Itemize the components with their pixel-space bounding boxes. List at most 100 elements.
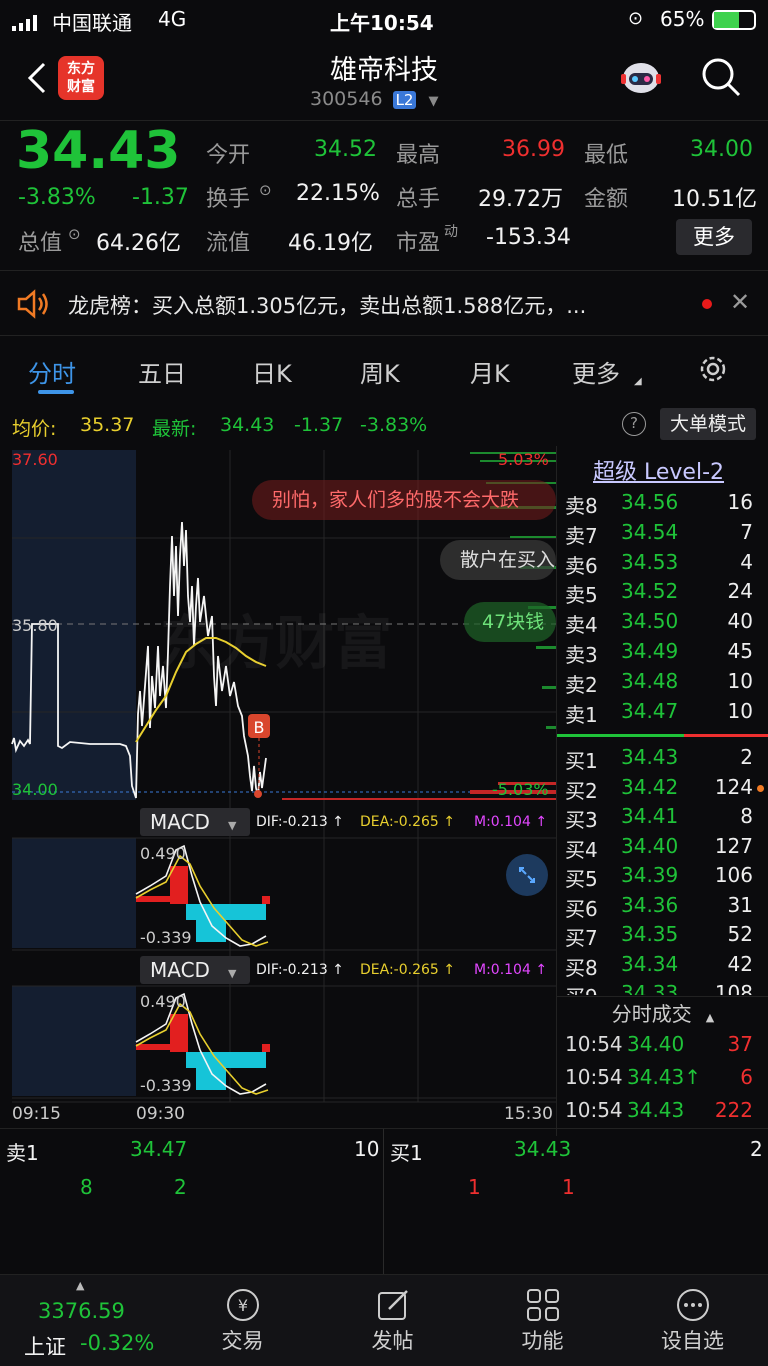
pct-axis-bottom: -5.03% [492, 780, 549, 799]
close-icon[interactable]: ✕ [730, 288, 750, 316]
tab-intraday[interactable]: 分时 [28, 354, 76, 389]
yen-circle-icon: ¥ [225, 1287, 261, 1323]
trade-time: 10:54 [565, 1098, 623, 1122]
mktcap-label: 总值 [18, 231, 63, 256]
tab-5day[interactable]: 五日 [138, 354, 186, 389]
battery-icon [712, 10, 756, 30]
gear-icon[interactable] [696, 352, 730, 386]
change-value: -1.37 [132, 185, 189, 210]
macd-selector[interactable]: MACD ▼ [140, 808, 250, 836]
barrage-bubble-1[interactable]: 别怕，家人们多的股不会大跌 [252, 480, 556, 520]
nav-trade[interactable]: ¥ 交易 [166, 1275, 319, 1366]
bid-row[interactable]: 买8 34.34 42 [565, 952, 765, 982]
nav-post[interactable]: 发帖 [316, 1275, 469, 1366]
bid-row[interactable]: 买9 34.33 108 [565, 981, 765, 995]
robot-assistant-icon[interactable] [618, 54, 664, 100]
bid-label: 买9 [565, 981, 598, 995]
low-value: 34.00 [690, 137, 753, 162]
info-icon[interactable]: ⊙ [259, 181, 272, 199]
ask-volume: 40 [727, 609, 753, 634]
trades-header[interactable]: 分时成交 ▲ [557, 996, 768, 1032]
ask-row[interactable]: 卖1 34.47 10 [565, 699, 765, 729]
ask-price: 34.49 [621, 639, 679, 663]
bid-row[interactable]: 买1 34.43 2 [565, 745, 765, 775]
bid-row[interactable]: 买3 34.41 8 [565, 804, 765, 834]
level2-title[interactable]: 超级 Level-2 [593, 454, 724, 486]
unread-dot [702, 299, 712, 309]
edit-icon [375, 1287, 411, 1323]
level-badge: L2 [392, 91, 417, 109]
bid-volume: 42 [727, 951, 753, 976]
bid-label: 买5 [565, 867, 598, 891]
latest-label: 最新: [152, 418, 197, 440]
ask-row[interactable]: 卖2 34.48 10 [565, 669, 765, 699]
bid-row[interactable]: 买7 34.35 52 [565, 922, 765, 952]
intraday-chart[interactable]: B 东方财富 37.60 35.80 34.00 5.03% -5.03% 别怕… [0, 446, 556, 1136]
info-icon[interactable]: ⊙ [68, 225, 81, 243]
ask-row[interactable]: 卖7 34.54 7 [565, 520, 765, 550]
ask-price: 34.52 [621, 579, 679, 604]
carrier: 中国联通 [52, 11, 132, 35]
latest-value: 34.43 [220, 414, 275, 436]
bid1-volume: 2 [750, 1137, 763, 1161]
network-type: 4G [158, 7, 187, 31]
open-label: 今开 [206, 143, 251, 168]
index-ticker[interactable]: ▲ 3376.59 上证 -0.32% [0, 1275, 168, 1366]
trade-price: 34.43 [627, 1098, 685, 1122]
watermark: 东方财富 [160, 609, 393, 677]
barrage-bubble-2[interactable]: 散户在买入 [440, 540, 556, 580]
ask-row[interactable]: 卖8 34.56 16 [565, 490, 765, 520]
turnover-value: 22.15% [296, 181, 380, 206]
bid-volume: 108 [714, 981, 753, 995]
help-icon[interactable]: ? [622, 412, 646, 436]
expand-icon[interactable] [506, 854, 548, 896]
search-icon[interactable] [700, 56, 742, 98]
trade-row: 10:54 34.43↑ 6 [565, 1065, 765, 1095]
tab-weekly-k[interactable]: 周K [360, 354, 400, 389]
amount-value: 10.51亿 [672, 187, 757, 212]
index-value: 3376.59 [38, 1299, 125, 1323]
nav-add-watchlist[interactable]: 设自选 [616, 1275, 768, 1366]
svg-text:¥: ¥ [237, 1296, 247, 1315]
barrage-bubble-3[interactable]: 47块钱 [464, 602, 556, 642]
low-label: 最低 [584, 143, 629, 168]
y-axis-bottom: 34.00 [12, 780, 58, 799]
grid-icon [525, 1287, 561, 1323]
ask-queue-1: 8 [80, 1175, 93, 1199]
ask1-label: 卖1 [6, 1141, 39, 1165]
chevron-down-icon: ▼ [428, 94, 439, 109]
ask-price: 34.53 [621, 549, 679, 574]
ask-volume: 4 [740, 549, 753, 574]
level1-book: 卖1 34.47 10 8 2 买1 34.43 2 1 1 [0, 1128, 768, 1275]
ask-row[interactable]: 卖5 34.52 24 [565, 579, 765, 609]
battery-percent: 65% [660, 7, 705, 31]
bid-row[interactable]: 买5 34.39 106 [565, 863, 765, 893]
tab-monthly-k[interactable]: 月K [470, 354, 510, 389]
ask-row[interactable]: 卖6 34.53 4 [565, 550, 765, 580]
ask-volume: 10 [727, 698, 753, 723]
orientation-lock-icon: ⊙ [628, 8, 644, 29]
signal-icon [12, 12, 40, 31]
bid-row[interactable]: 买2 34.42 124 [565, 775, 765, 805]
bid-row[interactable]: 买4 34.40 127 [565, 834, 765, 864]
dragon-tiger-banner[interactable]: 龙虎榜：买入总额1.305亿元，卖出总额1.588亿元，... ✕ [0, 270, 768, 336]
ask-row[interactable]: 卖4 34.50 40 [565, 609, 765, 639]
tab-more[interactable]: 更多 [572, 354, 620, 389]
bid-volume: 31 [727, 892, 753, 917]
nav-functions[interactable]: 功能 [466, 1275, 619, 1366]
trade-volume: 37 [727, 1032, 753, 1056]
ask-label: 卖8 [565, 494, 598, 518]
stock-code-row[interactable]: 300546 L2 ▼ [310, 88, 439, 110]
ask-queue-2: 2 [174, 1175, 187, 1199]
last-price: 34.43 [16, 121, 181, 181]
tab-daily-k[interactable]: 日K [252, 354, 292, 389]
time-axis-end: 15:30 [504, 1104, 553, 1124]
bid-label: 买1 [565, 749, 598, 773]
macd-top-value: 0.490 [140, 844, 186, 863]
macd-selector[interactable]: MACD ▼ [140, 956, 250, 984]
bid-row[interactable]: 买6 34.36 31 [565, 893, 765, 923]
more-button[interactable]: 更多 [676, 219, 752, 255]
float-label: 流值 [206, 231, 251, 256]
big-order-mode-button[interactable]: 大单模式 [660, 408, 756, 440]
ask-row[interactable]: 卖3 34.49 45 [565, 639, 765, 669]
